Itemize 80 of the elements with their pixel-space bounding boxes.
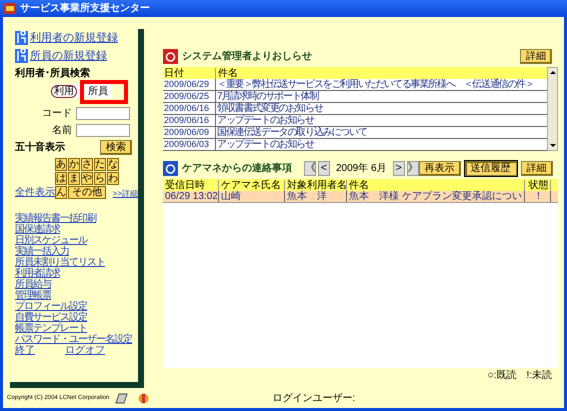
kana-key[interactable]: な: [107, 158, 119, 171]
table-cell: 7月請求時のサポート体制: [215, 91, 318, 102]
table-cell: 領収書書式変更のお知らせ: [215, 103, 323, 114]
person-icon: [15, 49, 28, 63]
show-all-link[interactable]: 全件表示: [15, 187, 55, 199]
nav-button[interactable]: >: [392, 161, 405, 176]
scrollbar[interactable]: [547, 67, 558, 151]
column-header: 日付: [163, 68, 185, 78]
status-legend: ○:既読 !:未読: [488, 370, 552, 382]
input-field[interactable]: [76, 107, 130, 120]
table-cell: ！: [525, 191, 551, 202]
menu-link[interactable]: 帳票テンプレート: [15, 323, 87, 334]
menu-link[interactable]: 国保連請求: [15, 224, 60, 235]
kana-key[interactable]: ら: [94, 172, 106, 185]
login-user-label: ログインユーザー:: [272, 392, 356, 406]
menu-link[interactable]: 所員給与: [15, 279, 51, 290]
kana-key[interactable]: か: [68, 158, 80, 171]
table-cell: 山崎: [219, 191, 285, 202]
detail-link[interactable]: >>詳細: [112, 189, 138, 199]
table-cell-text: 2009/06/09: [163, 127, 210, 138]
target-option[interactable]: 所員: [86, 86, 110, 96]
toolbar-button[interactable]: 詳細: [520, 161, 553, 176]
register-link[interactable]: 所員の新規登録: [30, 50, 107, 62]
menu-link[interactable]: 実績報告書一括印刷: [15, 213, 96, 224]
table-cell-text: 2009/06/16: [163, 103, 210, 114]
search-title: 利用者･所員検索: [15, 68, 91, 80]
section-title: ケアマネからの連絡事項: [182, 162, 292, 176]
nav-button[interactable]: <: [318, 161, 330, 176]
table-cell-text: 2009/06/03: [163, 139, 210, 150]
menu-link[interactable]: 利用者請求: [15, 268, 60, 279]
scroll-down-icon[interactable]: [550, 144, 556, 147]
table-cell-text: 2009/06/29: [163, 79, 210, 90]
window-title: サービス事業所支援センター: [20, 2, 150, 16]
toolbar-button[interactable]: 再表示: [418, 161, 461, 176]
section-title: システム管理者よりおしらせ: [182, 50, 312, 64]
message-icon: [163, 161, 178, 176]
table-cell: 国保連伝送データの取り込みについて: [215, 127, 367, 138]
kana-title: 五十音表示: [15, 142, 65, 154]
input-field[interactable]: [76, 124, 130, 137]
field-label: コード: [42, 108, 72, 120]
menu-link[interactable]: 所員未割り当てリスト: [15, 257, 105, 268]
scroll-up-icon[interactable]: [550, 71, 556, 74]
register-link[interactable]: 利用者の新規登録: [30, 32, 118, 44]
kana-key[interactable]: さ: [81, 158, 93, 171]
menu-link[interactable]: 管理帳票: [15, 290, 51, 301]
annotation-frame: [80, 80, 128, 104]
kana-key[interactable]: わ: [107, 172, 119, 185]
detail-button[interactable]: 詳細: [520, 49, 552, 64]
kana-key[interactable]: は: [55, 172, 67, 185]
kana-key[interactable]: その他: [68, 186, 106, 199]
target-option[interactable]: 利用: [51, 84, 77, 98]
field-label: 名前: [52, 124, 72, 136]
table-cell: ＜重要＞弊社伝送サービスをご利用いただいてる事業所様へ ＜伝送通信の件＞: [215, 79, 534, 90]
person-icon: [15, 31, 28, 45]
notice-icon: [163, 49, 178, 64]
menu-link[interactable]: 日別スケジュール: [15, 235, 87, 246]
nav-button[interactable]: 》: [406, 161, 419, 176]
kana-key[interactable]: ま: [68, 172, 80, 185]
kana-key[interactable]: や: [81, 172, 93, 185]
app-icon: [4, 3, 16, 14]
table-cell: アップデートのお知らせ: [215, 115, 314, 126]
menu-link[interactable]: 実績一括入力: [15, 246, 69, 257]
nav-button[interactable]: 《: [304, 161, 316, 176]
menu-link[interactable]: プロフィール設定: [15, 301, 87, 312]
search-button[interactable]: 検索: [100, 140, 132, 155]
kana-key[interactable]: た: [94, 158, 106, 171]
menu-link[interactable]: パスワード・ユーザー名設定: [15, 334, 132, 345]
month-label: 2009年 6月: [336, 162, 387, 176]
exit-link[interactable]: 終了: [15, 345, 35, 356]
kana-key[interactable]: あ: [55, 158, 67, 171]
toolbar-button[interactable]: 送信履歴: [464, 161, 517, 176]
table-cell: 06/29 13:02: [163, 191, 219, 202]
table-cell-text: 2009/06/25: [163, 91, 210, 102]
menu-link[interactable]: 自費サービス設定: [15, 312, 87, 323]
table-cell: 魚本 洋様 ケアプラン変更承認につい: [347, 191, 525, 202]
table-cell: 魚本 洋: [285, 191, 347, 202]
table-cell: アップデートのお知らせ: [215, 139, 314, 150]
table-cell-text: 2009/06/16: [163, 115, 210, 126]
logoff-link[interactable]: ログオフ: [65, 345, 105, 356]
kana-key[interactable]: ん: [55, 186, 67, 199]
